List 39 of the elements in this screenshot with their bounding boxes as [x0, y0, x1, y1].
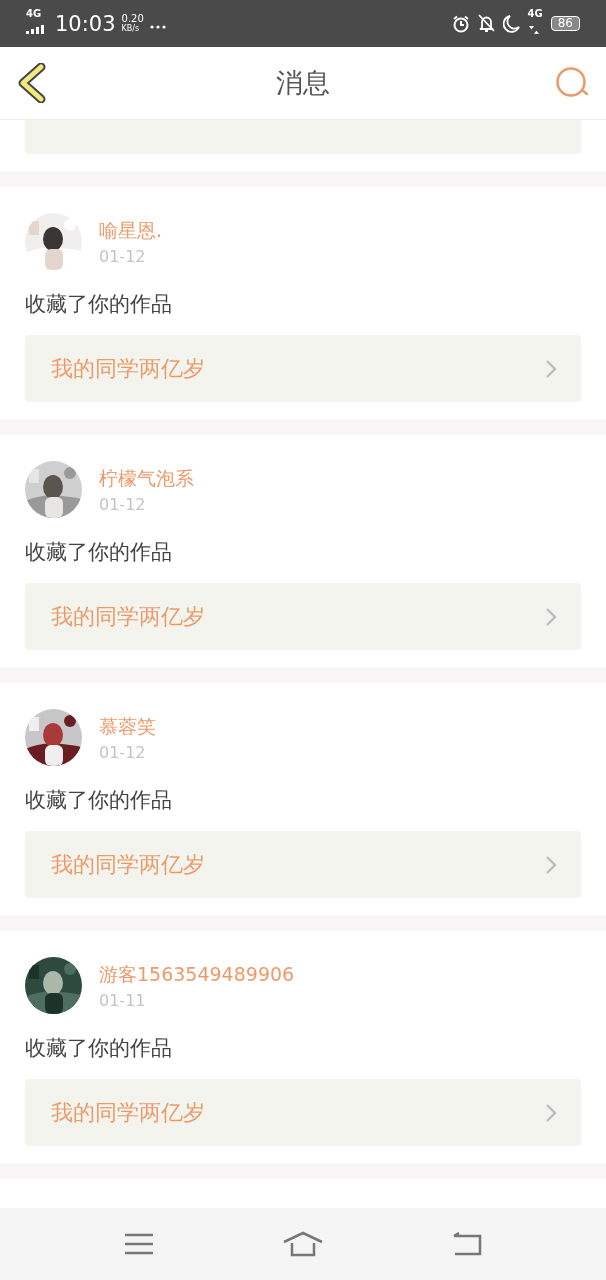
work-link[interactable]: 我的同学两亿岁	[25, 1079, 581, 1146]
data-arrows-icon	[527, 26, 540, 34]
mobile-data-label: 4G	[527, 9, 543, 19]
message-date: 01-12	[99, 742, 147, 762]
user-name[interactable]: 慕蓉笑	[99, 713, 156, 740]
message-text: 收藏了你的作品	[25, 540, 173, 564]
back-icon	[17, 63, 47, 103]
message-text: 收藏了你的作品	[25, 788, 173, 812]
work-link[interactable]: 我的同学两亿岁	[25, 831, 581, 898]
return-icon	[452, 1232, 482, 1256]
user-name[interactable]: 柠檬气泡系	[99, 465, 194, 492]
menu-icon	[124, 1233, 154, 1255]
chevron-right-icon	[545, 358, 557, 379]
alarm-icon	[451, 14, 470, 33]
page-title: 消息	[276, 67, 330, 98]
speed-unit: KB/s	[121, 23, 141, 34]
battery-indicator: 86	[550, 16, 580, 31]
network-speed: 0.20	[121, 13, 144, 24]
chevron-right-icon	[545, 1102, 557, 1123]
search-button[interactable]	[555, 67, 589, 99]
muted-bell-icon	[477, 14, 495, 33]
work-link[interactable]: 我的同学两亿岁	[25, 335, 581, 402]
chevron-right-icon	[545, 854, 557, 875]
message-date: 01-12	[99, 246, 147, 266]
chevron-right-icon	[545, 606, 557, 627]
message-text: 收藏了你的作品	[25, 1036, 173, 1060]
back-button[interactable]	[17, 63, 47, 103]
search-icon	[555, 67, 589, 99]
message-text: 收藏了你的作品	[25, 292, 173, 316]
home-icon	[282, 1231, 324, 1257]
work-link[interactable]: 我的同学两亿岁	[25, 583, 581, 650]
network-label: 4G	[26, 9, 42, 19]
moon-icon	[502, 14, 520, 33]
user-name[interactable]: 游客1563549489906	[99, 961, 295, 988]
message-date: 01-12	[99, 494, 147, 514]
message-date: 01-11	[99, 990, 147, 1010]
user-name[interactable]: 喻星恩.	[99, 217, 163, 244]
more-icon	[149, 25, 166, 29]
clock: 10:03	[55, 11, 116, 36]
